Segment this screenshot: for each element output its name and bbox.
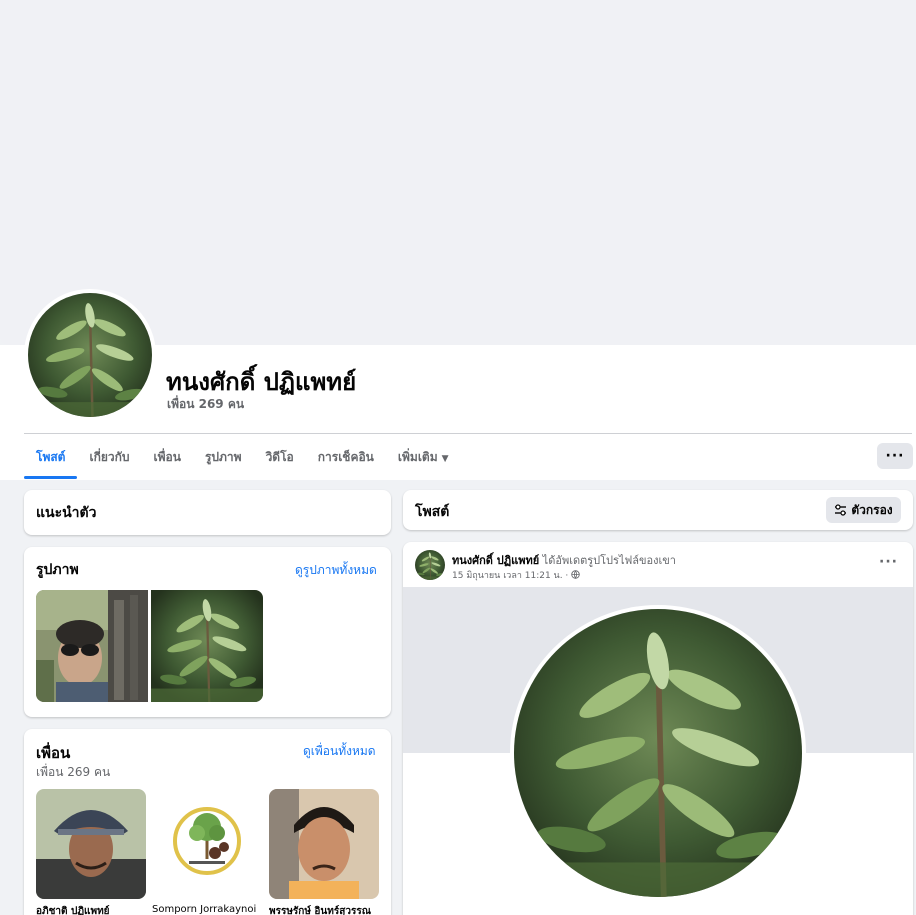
friends-card: เพื่อน เพื่อน 269 คน ดูเพื่อนทั้งหมด อภิ… (24, 729, 391, 915)
post-timestamp[interactable]: 15 มิถุนายน เวลา 11:21 น. · (452, 568, 580, 582)
see-all-photos-link[interactable]: ดูรูปภาพทั้งหมด (295, 561, 377, 580)
post-card: ทนงศักดิ์ ปฏิแพทย์ ได้อัพเดตรูปโปรไฟล์ขอ… (403, 542, 913, 915)
profile-tabs: โพสต์ เกี่ยวกับ เพื่อน รูปภาพ วิดีโอ การ… (24, 436, 461, 480)
post-image[interactable] (514, 609, 802, 897)
intro-card: แนะนำตัว (24, 490, 391, 535)
tab-more[interactable]: เพิ่มเติม ▼ (386, 436, 461, 478)
tab-posts[interactable]: โพสต์ (24, 436, 78, 479)
globe-icon (571, 570, 580, 579)
friend-name[interactable]: พรรษรักษ์ อินทร์สุวรรณ (269, 904, 379, 915)
photos-title[interactable]: รูปภาพ (36, 559, 79, 581)
caret-down-icon: ▼ (441, 454, 449, 464)
see-all-friends-link[interactable]: ดูเพื่อนทั้งหมด (303, 742, 376, 761)
more-options-button[interactable]: ··· (877, 443, 913, 469)
tab-label: เกี่ยวกับ (89, 450, 130, 464)
tab-label: การเช็คอิน (317, 450, 374, 464)
friend-name[interactable]: Somporn Jorrakaynoi (152, 904, 262, 915)
friend-name[interactable]: อภิชาติ ปฏิแพทย์ (36, 904, 146, 915)
tab-label: รูปภาพ (204, 450, 242, 464)
tab-videos[interactable]: วิดีโอ (254, 436, 306, 478)
post-time-text[interactable]: 15 มิถุนายน เวลา 11:21 น. · (452, 571, 571, 581)
cover-photo[interactable] (0, 0, 916, 345)
friend-avatar[interactable] (269, 789, 379, 899)
profile-picture[interactable] (28, 293, 152, 417)
profile-avatar[interactable] (24, 289, 156, 421)
friend-item[interactable]: พรรษรักษ์ อินทร์สุวรรณ (269, 789, 379, 915)
posts-title: โพสต์ (415, 504, 450, 520)
post-options-button[interactable]: ··· (879, 554, 898, 570)
post-action-text: ได้อัพเดตรูปโปรไฟล์ของเขา (539, 554, 676, 567)
friend-avatar[interactable] (36, 789, 146, 899)
post-header: ทนงศักดิ์ ปฏิแพทย์ ได้อัพเดตรูปโปรไฟล์ขอ… (452, 551, 676, 569)
tab-checkins[interactable]: การเช็คอิน (306, 436, 386, 478)
post-profile-photo[interactable] (510, 605, 806, 901)
intro-title: แนะนำตัว (36, 505, 97, 521)
friend-item[interactable]: อภิชาติ ปฏิแพทย์ (36, 789, 146, 915)
filter-icon (835, 504, 847, 516)
tab-label: วิดีโอ (265, 450, 294, 464)
photo-thumbnail[interactable] (151, 590, 263, 702)
tab-divider (24, 433, 912, 434)
friends-count: เพื่อน 269 คน (36, 765, 111, 779)
filter-button[interactable]: ตัวกรอง (826, 497, 901, 523)
photo-thumbnail[interactable] (36, 590, 148, 702)
tab-label: โพสต์ (36, 450, 66, 464)
tab-about[interactable]: เกี่ยวกับ (77, 436, 141, 478)
filter-label: ตัวกรอง (851, 502, 893, 517)
posts-header-card: โพสต์ ตัวกรอง (403, 490, 913, 530)
tab-label: เพื่อน (153, 450, 181, 464)
friend-avatar[interactable] (152, 789, 262, 899)
tab-photos[interactable]: รูปภาพ (193, 436, 254, 478)
tab-friends[interactable]: เพื่อน (142, 436, 193, 478)
friends-title[interactable]: เพื่อน (36, 741, 70, 765)
tab-label: เพิ่มเติม (397, 450, 438, 464)
post-author-avatar[interactable] (415, 550, 445, 580)
friend-item[interactable]: Somporn Jorrakaynoi (152, 789, 262, 915)
photos-card: รูปภาพ ดูรูปภาพทั้งหมด (24, 547, 391, 717)
profile-friend-count[interactable]: เพื่อน 269 คน (167, 395, 244, 414)
post-author-name[interactable]: ทนงศักดิ์ ปฏิแพทย์ (452, 554, 539, 567)
